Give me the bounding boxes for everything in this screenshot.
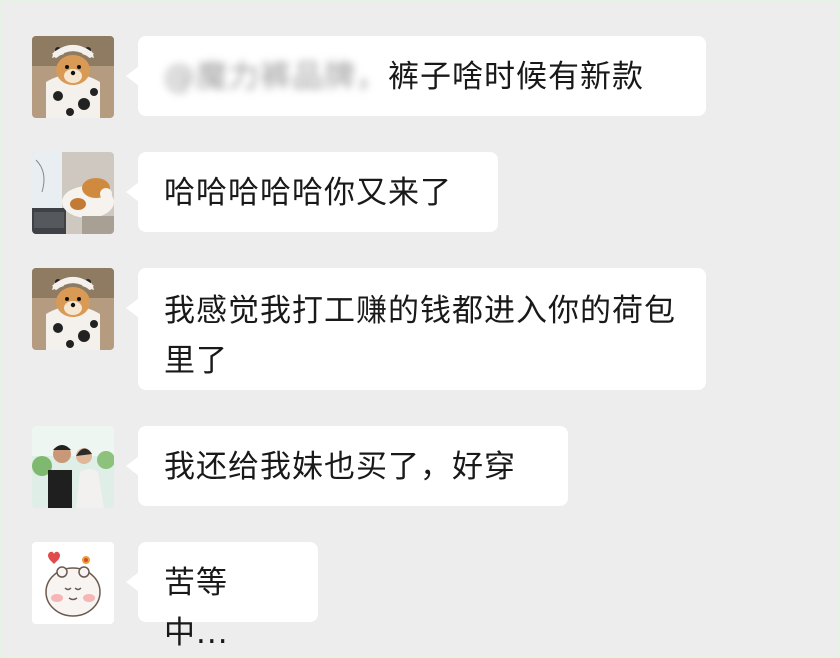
message-bubble[interactable]: 苦等中... xyxy=(126,542,318,651)
cartoon-bear-avatar[interactable] xyxy=(32,542,114,624)
mention-blurred: @魔力裤品牌， xyxy=(164,59,388,95)
message-text: 哈哈哈哈哈你又来了 xyxy=(164,175,452,211)
message-text: 裤子啥时候有新款 xyxy=(388,59,644,95)
shiba-dog-avatar[interactable] xyxy=(32,36,114,118)
couple-photo-avatar[interactable] xyxy=(32,426,114,508)
message-text: 我还给我妹也买了，好穿 xyxy=(164,449,516,485)
message-text: 苦等中... xyxy=(164,565,229,651)
message-bubble[interactable]: @魔力裤品牌，裤子啥时候有新款 xyxy=(126,36,706,116)
message-bubble[interactable]: 哈哈哈哈哈你又来了 xyxy=(126,152,498,232)
shiba-dog-avatar[interactable] xyxy=(32,268,114,350)
message-text: 我感觉我打工赚的钱都进入你的荷包里了 xyxy=(164,293,676,379)
message-bubble[interactable]: 我还给我妹也买了，好穿 xyxy=(126,426,568,506)
cat-laptop-avatar[interactable] xyxy=(32,152,114,234)
message-bubble[interactable]: 我感觉我打工赚的钱都进入你的荷包里了 xyxy=(126,268,706,390)
chat-frame: @魔力裤品牌，裤子啥时候有新款 哈哈哈哈哈你又来了 我感觉我打工赚的钱都进入你的… xyxy=(0,0,840,658)
